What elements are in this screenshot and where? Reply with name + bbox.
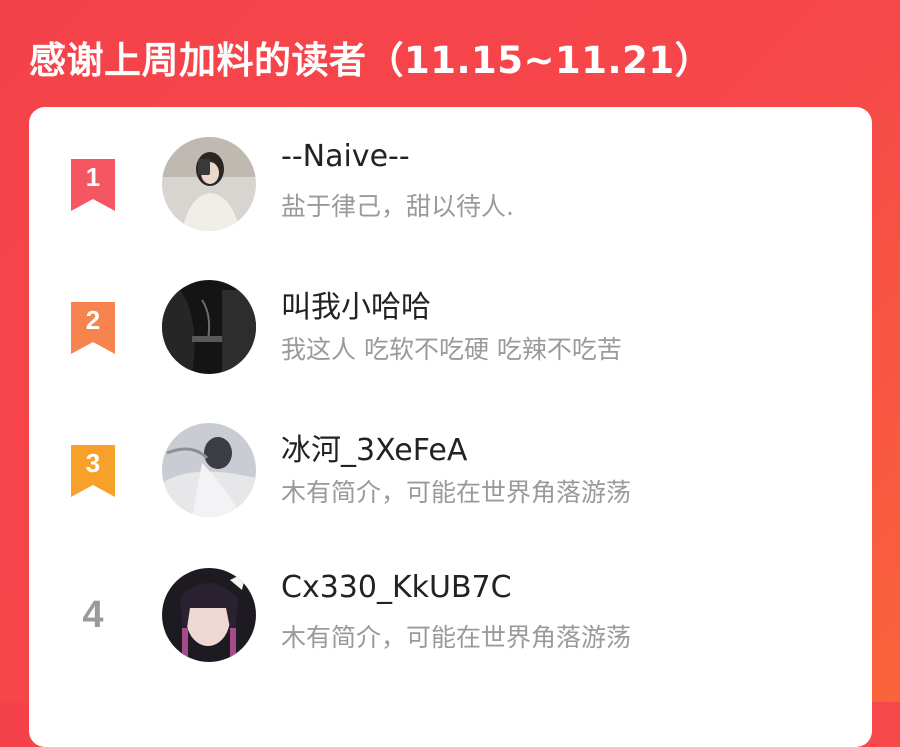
rank-badge: 3	[69, 445, 117, 497]
reader-bio: 我这人 吃软不吃硬 吃辣不吃苦	[281, 335, 622, 364]
reader-name: 叫我小哈哈	[281, 290, 431, 325]
avatar[interactable]	[162, 137, 256, 231]
reader-name: --Naive--	[281, 139, 410, 174]
avatar[interactable]	[162, 568, 256, 662]
rank-badge: 2	[69, 302, 117, 354]
rank-number: 4	[82, 594, 104, 636]
list-item[interactable]: 2 叫我小哈哈 我这人 吃软不吃硬 吃辣不吃苦	[29, 280, 872, 400]
reader-bio: 盐于律己，甜以待人.	[281, 192, 514, 221]
reader-list-card: 1 --Naive-- 盐于律己，甜以待人. 2 叫我小哈哈 我这人 吃软不吃硬…	[29, 107, 872, 747]
list-item[interactable]: 3 冰河_3XeFeA 木有简介，可能在世界角落游荡	[29, 423, 872, 543]
reader-name: Cx330_KkUB7C	[281, 570, 512, 605]
avatar[interactable]	[162, 280, 256, 374]
avatar[interactable]	[162, 423, 256, 517]
rank-badge: 1	[69, 159, 117, 211]
rank-number: 2	[85, 305, 101, 335]
page-title: 感谢上周加料的读者（11.15~11.21）	[29, 39, 713, 82]
reader-bio: 木有简介，可能在世界角落游荡	[281, 623, 632, 652]
rank-number: 3	[85, 448, 101, 478]
rank-number: 1	[85, 162, 101, 192]
reader-bio: 木有简介，可能在世界角落游荡	[281, 478, 632, 507]
list-item[interactable]: 4 Cx330_KkUB7C 木有简介，可能在世界角落游荡	[29, 568, 872, 688]
reader-name: 冰河_3XeFeA	[281, 433, 468, 468]
list-item[interactable]: 1 --Naive-- 盐于律己，甜以待人.	[29, 137, 872, 257]
